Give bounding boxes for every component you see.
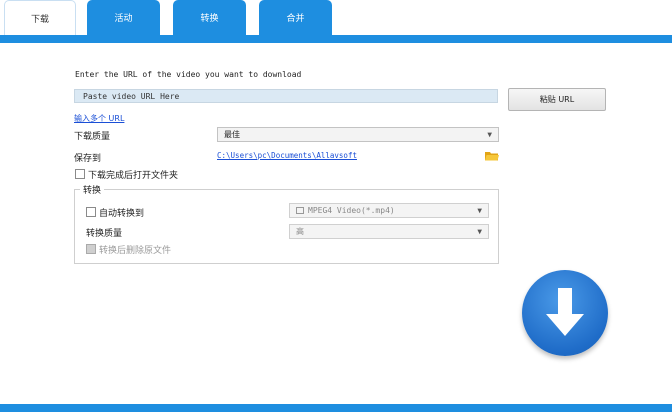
convert-quality-value: 高 <box>296 227 304 236</box>
header-band <box>0 35 672 43</box>
url-input[interactable]: Paste video URL Here <box>74 89 498 103</box>
auto-convert-label: 自动转换到 <box>99 209 145 219</box>
footer-band <box>0 404 672 412</box>
download-button[interactable] <box>522 270 608 356</box>
chevron-down-icon: ▼ <box>477 207 482 214</box>
open-folder-checkbox[interactable] <box>75 169 85 179</box>
url-prompt-label: Enter the URL of the video you want to d… <box>75 70 302 79</box>
open-folder-label: 下载完成后打开文件夹 <box>88 171 179 181</box>
chevron-down-icon: ▼ <box>487 131 492 138</box>
download-quality-label: 下载质量 <box>74 132 111 142</box>
convert-group-title: 转换 <box>80 183 105 196</box>
delete-original-checkbox[interactable] <box>86 244 96 254</box>
download-quality-select[interactable]: 最佳 ▼ <box>217 127 499 142</box>
tab-convert[interactable]: 转换 <box>173 0 246 35</box>
paste-url-button[interactable]: 粘贴 URL <box>508 88 606 111</box>
tab-download[interactable]: 下载 <box>4 0 76 35</box>
convert-format-select[interactable]: MPEG4 Video(*.mp4) ▼ <box>289 203 489 218</box>
save-to-label: 保存到 <box>74 154 102 164</box>
download-quality-value: 最佳 <box>224 130 240 139</box>
convert-format-value: MPEG4 Video(*.mp4) <box>308 206 395 215</box>
convert-quality-select[interactable]: 高 ▼ <box>289 224 489 239</box>
auto-convert-checkbox[interactable] <box>86 207 96 217</box>
delete-original-label: 转换后删除原文件 <box>99 246 172 256</box>
multi-url-link[interactable]: 输入多个 URL <box>74 113 124 124</box>
convert-quality-label: 转换质量 <box>86 229 123 239</box>
chevron-down-icon: ▼ <box>477 228 482 235</box>
folder-icon[interactable] <box>485 151 499 161</box>
tab-activity[interactable]: 活动 <box>87 0 160 35</box>
video-format-icon <box>296 207 304 214</box>
download-arrow-icon <box>546 288 584 336</box>
tab-merge[interactable]: 合并 <box>259 0 332 35</box>
save-path-link[interactable]: C:\Users\pc\Documents\Allavsoft <box>217 151 357 160</box>
